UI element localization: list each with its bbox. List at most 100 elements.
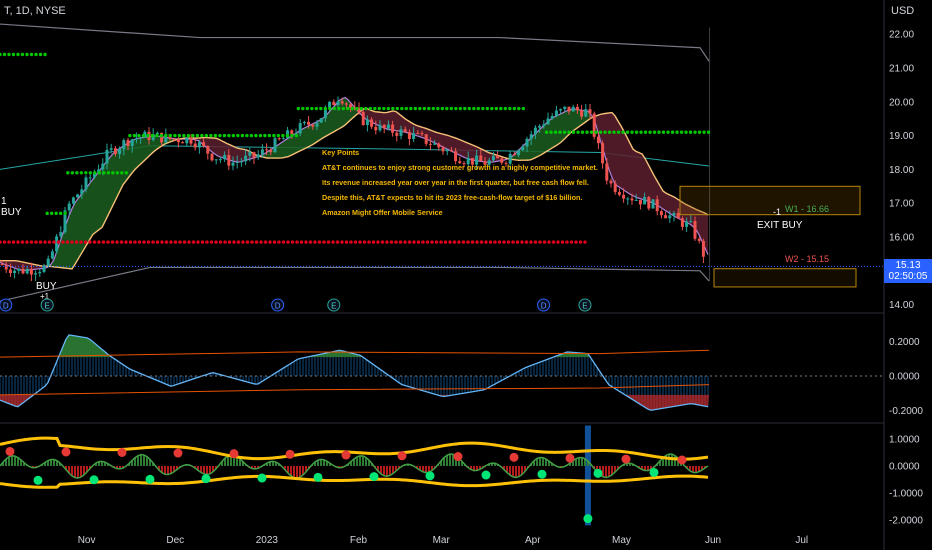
green-stop-dot <box>218 133 222 138</box>
candle-body <box>46 258 50 266</box>
green-stop-dot <box>440 106 445 111</box>
green-stop-dot <box>29 52 34 57</box>
green-stop-dot <box>132 133 137 138</box>
green-stop-dot <box>702 130 706 134</box>
red-stop-dot <box>344 240 349 244</box>
candle-body <box>17 268 21 271</box>
green-stop-dot <box>445 106 449 111</box>
red-stop-dot <box>398 240 403 244</box>
green-stop-dot <box>43 52 47 57</box>
event-marker-label: E <box>331 302 336 311</box>
green-stop-dot <box>585 130 589 134</box>
red-stop-dot <box>137 240 142 244</box>
red-stop-dot <box>0 240 2 244</box>
candle-body <box>542 124 546 126</box>
green-stop-dot <box>373 106 377 111</box>
green-stop-dot <box>697 130 702 134</box>
green-stop-dot <box>93 171 97 175</box>
x-axis-tick-label: Jun <box>705 535 721 546</box>
red-stop-dot <box>74 240 79 244</box>
candle-body <box>260 149 264 155</box>
candle-body <box>428 143 432 145</box>
w2-box <box>713 268 857 288</box>
red-stop-dot <box>151 240 155 244</box>
candle-body <box>189 137 193 144</box>
symbol-title[interactable]: T, 1D, NYSE <box>4 5 66 17</box>
red-stop-dot <box>155 240 160 244</box>
red-stop-dot <box>83 240 88 244</box>
candle-body <box>101 163 105 170</box>
green-stop-dot <box>355 106 359 111</box>
candle-body <box>4 264 8 270</box>
green-stop-dot <box>173 133 177 138</box>
candle-body <box>176 139 180 143</box>
green-stop-dot <box>213 133 218 138</box>
x-axis-tick-label: Nov <box>78 535 96 546</box>
candle-body <box>676 213 680 219</box>
red-stop-dot <box>7 240 11 244</box>
green-stop-dot <box>296 106 301 111</box>
red-stop-dot <box>295 240 299 244</box>
red-stop-dot <box>88 240 92 244</box>
candle-body <box>634 199 638 201</box>
candle-body <box>533 127 537 135</box>
red-stop-dot <box>250 240 254 244</box>
green-stop-dot <box>294 133 299 138</box>
oscillator-signal-dot <box>509 452 519 462</box>
green-stop-dot <box>323 106 328 111</box>
candle-body <box>672 213 676 216</box>
bar-countdown: 02:50:05 <box>888 271 928 282</box>
red-stop-dot <box>470 240 475 244</box>
candle-body <box>659 211 663 216</box>
candle-body <box>181 142 185 144</box>
green-stop-dot <box>263 133 267 138</box>
candle-body <box>193 143 197 148</box>
red-stop-dot <box>475 240 479 244</box>
candle-body <box>655 199 659 212</box>
green-stop-dot <box>75 171 79 175</box>
candle-body <box>134 138 138 140</box>
candle-body <box>563 106 567 110</box>
red-stop-dot <box>331 240 335 244</box>
red-stop-dot <box>538 240 542 244</box>
red-stop-dot <box>187 240 191 244</box>
candle-body <box>239 161 243 163</box>
green-stop-dot <box>485 106 490 111</box>
green-stop-dot <box>625 130 630 134</box>
cloud-segment <box>396 111 399 132</box>
green-stop-dot <box>621 130 625 134</box>
red-stop-dot <box>403 240 407 244</box>
candle-body <box>244 155 248 162</box>
green-stop-dot <box>490 106 494 111</box>
red-stop-dot <box>533 240 538 244</box>
green-stop-dot <box>120 171 124 175</box>
candle-body <box>277 138 281 140</box>
chart-canvas: W1 - 16.66W2 - 15.151BUYBUY+1-1EXIT BUYD… <box>0 0 923 550</box>
candle-body <box>378 124 382 131</box>
green-stop-dot <box>386 106 391 111</box>
green-stop-dot <box>249 133 254 138</box>
candle-body <box>155 132 159 135</box>
candle-body <box>273 138 277 153</box>
cloud-segment <box>111 152 114 210</box>
cloud-segment <box>87 183 90 245</box>
cloud-segment <box>345 97 348 126</box>
candle-body <box>647 197 651 209</box>
candle-body <box>626 198 630 200</box>
red-stop-dot <box>70 240 74 244</box>
green-stop-dot <box>612 130 616 134</box>
oscillator-negative-fill <box>0 394 710 411</box>
red-stop-dot <box>232 240 236 244</box>
green-stop-dot <box>346 106 350 111</box>
notes-annotation[interactable]: Key Points AT&T continues to enjoy stron… <box>322 148 622 223</box>
candle-body <box>302 121 306 124</box>
event-marker-label: E <box>44 302 49 311</box>
red-stop-dot <box>178 240 182 244</box>
green-stop-dot <box>567 130 571 134</box>
candle-body <box>588 109 592 114</box>
green-stop-dot <box>364 106 368 111</box>
cloud-segment <box>75 198 78 265</box>
green-stop-dot <box>137 133 141 138</box>
green-stop-dot <box>494 106 499 111</box>
candle-body <box>248 152 252 156</box>
